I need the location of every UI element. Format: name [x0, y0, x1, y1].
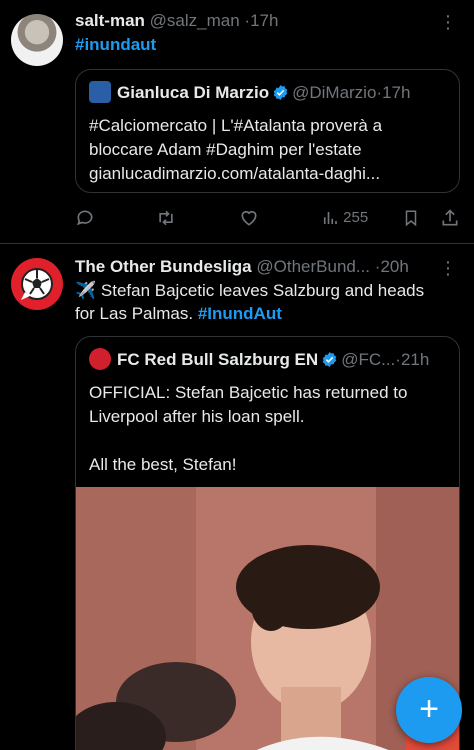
quote-header: Gianluca Di Marzio @DiMarzio·17h: [89, 81, 410, 105]
views-button[interactable]: 255: [321, 205, 368, 231]
quote-link-text: gianlucadimarzio.com/atalanta-daghi...: [89, 164, 381, 183]
author-handle[interactable]: @salz_man: [150, 11, 240, 30]
heart-icon: [241, 210, 257, 226]
quoted-tweet[interactable]: FC Red Bull Salzburg EN @FC...·21h OFFICI…: [75, 336, 460, 750]
tweet-header: salt-man @salz_man ·17h: [75, 10, 278, 32]
more-options-icon[interactable]: ⋮: [438, 258, 458, 278]
quote-text-line: Liverpool after his loan spell.: [89, 407, 305, 426]
football-logo-icon: [21, 268, 53, 300]
quote-avatar: [89, 348, 111, 370]
quote-author-name: FC Red Bull Salzburg EN: [117, 350, 319, 369]
timestamp[interactable]: 17h: [250, 11, 278, 30]
quote-text-line: #Calciomercato | L'#Atalanta proverà a: [89, 116, 383, 135]
reply-button[interactable]: [75, 205, 95, 231]
hashtag-link[interactable]: #inundaut: [75, 35, 156, 54]
author-handle[interactable]: @OtherBund...: [256, 257, 370, 276]
tweet-text-line: ✈️ Stefan Bajcetic leaves Salzburg and h…: [75, 281, 425, 300]
retweet-button[interactable]: [155, 205, 177, 231]
tweet-salt-man[interactable]: salt-man @salz_man ·17h ⋮ #inundaut Gian…: [0, 0, 474, 244]
quote-text-line: bloccare Adam #Daghim per l'estate: [89, 140, 362, 159]
view-count: 255: [343, 209, 369, 226]
verified-badge-icon: [322, 352, 337, 367]
quote-avatar: [89, 81, 111, 103]
quote-header: FC Red Bull Salzburg EN @FC...·21h: [89, 348, 429, 372]
tweet-text: for Las Palmas.: [75, 304, 198, 323]
timestamp[interactable]: 20h: [380, 257, 408, 276]
plus-icon: +: [419, 690, 439, 728]
quote-timestamp: 21h: [400, 350, 430, 369]
tweet-text-line: for Las Palmas. #InundAut: [75, 303, 458, 325]
bookmark-icon: [405, 210, 417, 227]
retweet-icon: [159, 210, 173, 226]
quote-author-handle: @FC...: [341, 350, 396, 369]
author-name[interactable]: salt-man: [75, 11, 145, 30]
tweet-actions: 255: [75, 205, 464, 231]
quote-author-name: Gianluca Di Marzio: [117, 83, 270, 102]
bookmark-button[interactable]: [402, 205, 420, 231]
share-button[interactable]: [440, 205, 460, 231]
verified-badge-icon: [273, 85, 288, 100]
avatar[interactable]: [11, 14, 63, 66]
avatar[interactable]: [11, 258, 63, 310]
more-options-icon[interactable]: ⋮: [438, 12, 458, 32]
author-name[interactable]: The Other Bundesliga: [75, 257, 252, 276]
hashtag-link[interactable]: #InundAut: [198, 304, 282, 323]
share-icon: [442, 209, 458, 226]
like-button[interactable]: [239, 205, 259, 231]
quote-author-handle: @DiMarzio: [292, 83, 377, 102]
quote-timestamp: 17h: [382, 83, 411, 102]
quote-text-line: OFFICIAL: Stefan Bajcetic has returned t…: [89, 383, 408, 402]
quote-text-line: All the best, Stefan!: [89, 455, 237, 474]
reply-icon: [76, 210, 93, 226]
tweet-header: The Other Bundesliga @OtherBund... ·20h: [75, 256, 409, 278]
compose-button[interactable]: +: [396, 677, 462, 743]
analytics-icon: [323, 212, 337, 225]
tweet-text: #inundaut: [75, 34, 458, 56]
quoted-tweet[interactable]: Gianluca Di Marzio @DiMarzio·17h #Calciom…: [75, 69, 460, 193]
